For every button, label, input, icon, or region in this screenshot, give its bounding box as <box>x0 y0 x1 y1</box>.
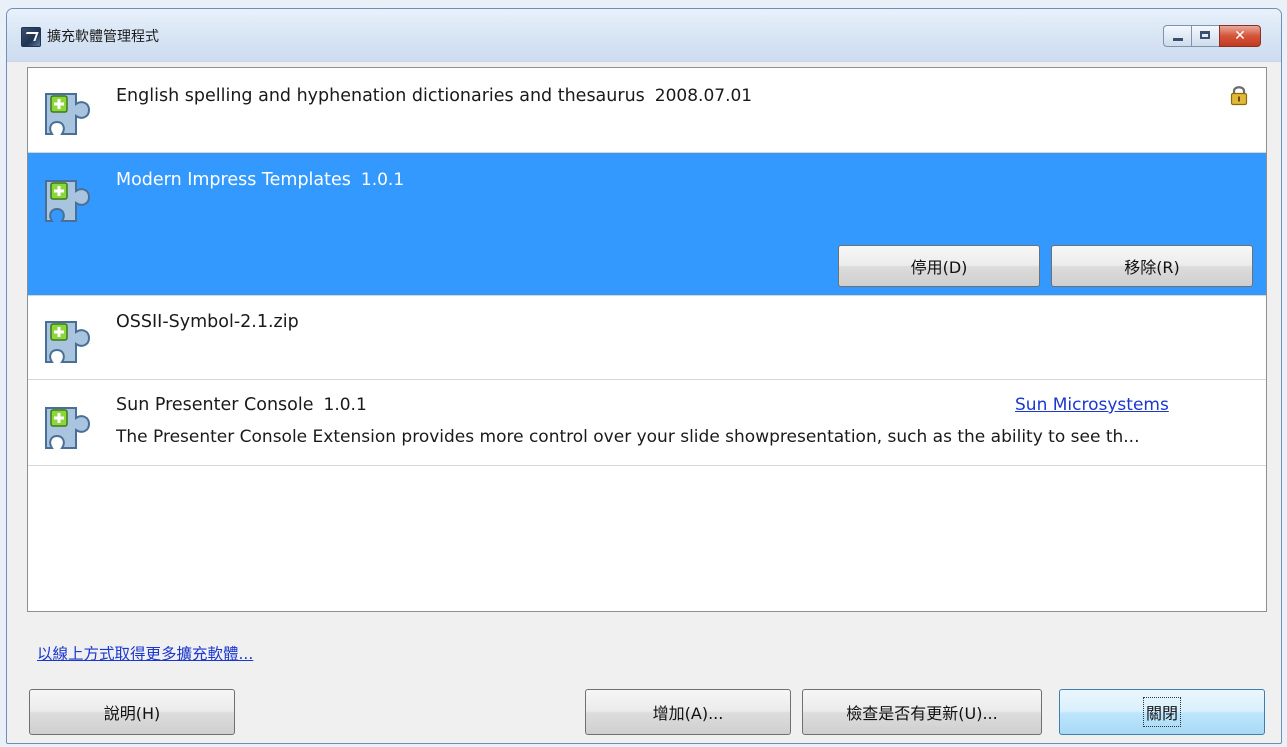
window-title: 擴充軟體管理程式 <box>47 29 159 45</box>
remove-extension-button[interactable]: 移除(R) <box>1051 245 1253 287</box>
close-icon: ✕ <box>1234 28 1246 44</box>
extension-title: English spelling and hyphenation diction… <box>116 86 752 106</box>
extension-version: 2008.07.01 <box>654 86 753 106</box>
window-controls: ✕ <box>1163 25 1261 49</box>
extension-manager-app-icon <box>21 27 41 47</box>
minimize-button[interactable] <box>1163 25 1191 47</box>
puzzle-piece-icon <box>45 180 91 222</box>
publisher-link[interactable]: Sun Microsystems <box>1015 395 1169 415</box>
extension-name: Modern Impress Templates <box>116 170 351 190</box>
extension-version: 1.0.1 <box>360 170 405 190</box>
extension-item-ossii-symbol[interactable]: OSSII-Symbol-2.1.zip <box>28 296 1266 380</box>
minimize-icon <box>1173 38 1183 41</box>
extension-name: Sun Presenter Console <box>116 395 314 415</box>
close-button-label: 關閉 <box>1142 697 1182 727</box>
maximize-icon <box>1200 31 1210 39</box>
puzzle-piece-icon <box>45 407 91 449</box>
extension-version: 1.0.1 <box>323 395 367 415</box>
extension-title: Modern Impress Templates 1.0.1 <box>116 170 404 190</box>
close-button[interactable]: 關閉 <box>1059 689 1265 735</box>
extension-name: OSSII-Symbol-2.1.zip <box>116 312 299 332</box>
close-window-button[interactable]: ✕ <box>1219 25 1261 47</box>
help-button[interactable]: 說明(H) <box>29 689 235 735</box>
disable-extension-button[interactable]: 停用(D) <box>838 245 1040 287</box>
maximize-button[interactable] <box>1191 25 1219 47</box>
extension-description: The Presenter Console Extension provides… <box>116 427 1140 447</box>
extension-item-modern-impress-templates[interactable]: Modern Impress Templates 1.0.1 停用(D) 移除(R… <box>28 153 1266 296</box>
check-updates-button[interactable]: 檢查是否有更新(U)... <box>802 689 1042 735</box>
add-extension-button[interactable]: 增加(A)... <box>585 689 791 735</box>
extension-title: Sun Presenter Console 1.0.1 <box>116 395 367 415</box>
title-bar: 擴充軟體管理程式 ✕ <box>7 9 1281 62</box>
extension-name: English spelling and hyphenation diction… <box>116 86 645 106</box>
extension-title: OSSII-Symbol-2.1.zip <box>116 312 299 332</box>
extension-item-english-dictionaries[interactable]: English spelling and hyphenation diction… <box>28 68 1266 153</box>
puzzle-piece-icon <box>45 321 91 363</box>
extension-item-sun-presenter-console[interactable]: Sun Presenter Console 1.0.1 Sun Microsyst… <box>28 380 1266 466</box>
puzzle-piece-icon <box>45 93 91 135</box>
extension-manager-window: 擴充軟體管理程式 ✕ English spelling and hyphenat… <box>6 8 1282 744</box>
get-more-extensions-link[interactable]: 以線上方式取得更多擴充軟體... <box>37 642 253 664</box>
extension-list[interactable]: English spelling and hyphenation diction… <box>27 67 1267 612</box>
lock-icon <box>1230 86 1248 106</box>
